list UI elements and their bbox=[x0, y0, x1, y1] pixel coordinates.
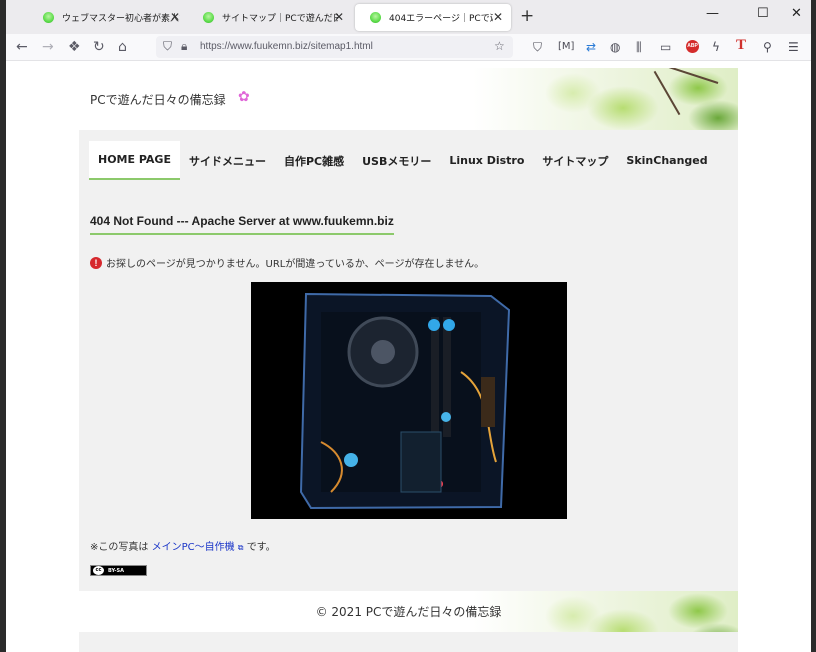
site-container: PCで遊んだ日々の備忘録 ✿ HOME PAGE サイドメニュー 自作PC雑感 … bbox=[79, 68, 738, 652]
tab-1[interactable]: ウェブマスター初心者が素人なりにSE ✕ bbox=[28, 4, 188, 31]
error-icon: ! bbox=[90, 256, 102, 269]
creative-commons-badge[interactable]: cc BY-SA bbox=[90, 565, 147, 576]
tab-3-active[interactable]: 404エラーページ｜PCで遊んだ日々の ✕ bbox=[355, 4, 511, 31]
tab-title: サイトマップ｜PCで遊んだ日々の備 bbox=[222, 14, 338, 24]
extension-icon[interactable]: ❖ bbox=[68, 38, 81, 56]
close-tab-icon[interactable]: ✕ bbox=[493, 10, 503, 24]
menu-item-linux-distro[interactable]: Linux Distro bbox=[440, 141, 533, 180]
pc-interior-photo bbox=[251, 282, 567, 519]
menu-item-skin-changed[interactable]: SkinChanged bbox=[617, 141, 716, 180]
footer-copyright: © 2021 PCで遊んだ日々の備忘録 bbox=[315, 605, 502, 619]
site-favicon-icon bbox=[203, 12, 214, 23]
web-page: PCで遊んだ日々の備忘録 ✿ HOME PAGE サイドメニュー 自作PC雑感 … bbox=[6, 62, 811, 652]
close-tab-icon[interactable]: ✕ bbox=[334, 10, 344, 24]
hamburger-menu-icon[interactable]: ☰ bbox=[788, 39, 799, 55]
new-tab-button[interactable]: + bbox=[520, 6, 534, 26]
license-label: BY-SA bbox=[108, 567, 124, 574]
site-title[interactable]: PCで遊んだ日々の備忘録 bbox=[90, 91, 226, 108]
shield-icon[interactable]: ⛉ bbox=[163, 39, 172, 54]
site-favicon-icon bbox=[370, 12, 381, 23]
pc-photo-drawing bbox=[251, 282, 567, 519]
tab-2[interactable]: サイトマップ｜PCで遊んだ日々の備 ✕ bbox=[188, 4, 352, 31]
privacy-extension-icon[interactable]: ◍ bbox=[610, 39, 620, 55]
cc-icon: cc bbox=[93, 566, 104, 575]
error-message: ! お探しのページが見つかりません。URLが間違っているか、ページが存在しません… bbox=[90, 255, 484, 270]
browser-window: ウェブマスター初心者が素人なりにSE ✕ サイトマップ｜PCで遊んだ日々の備 ✕… bbox=[6, 0, 811, 652]
url-bar[interactable]: ⛉ 🔒︎ https://www.fuukemn.biz/sitemap1.ht… bbox=[156, 36, 513, 58]
tab-title: 404エラーページ｜PCで遊んだ日々の bbox=[389, 14, 493, 24]
tab-bar: ウェブマスター初心者が素人なりにSE ✕ サイトマップ｜PCで遊んだ日々の備 ✕… bbox=[6, 0, 811, 34]
photo-caption: ※この写真は メインPC～自作機 ⧉ です。 bbox=[90, 538, 276, 553]
menu-item-side-menu[interactable]: サイドメニュー bbox=[180, 141, 275, 180]
tab-title: ウェブマスター初心者が素人なりにSE bbox=[62, 14, 180, 24]
caption-suffix: です。 bbox=[246, 542, 276, 553]
lock-icon[interactable]: 🔒︎ bbox=[181, 39, 187, 54]
back-icon[interactable]: ← bbox=[16, 38, 28, 56]
main-menu: HOME PAGE サイドメニュー 自作PC雑感 USBメモリー Linux D… bbox=[89, 141, 717, 180]
sync-extension-icon[interactable]: ⇄ bbox=[586, 39, 596, 55]
translate-extension-icon[interactable]: T bbox=[736, 37, 746, 54]
puzzle-extension-icon[interactable]: ⚲ bbox=[763, 39, 772, 55]
menu-item-custom-pc[interactable]: 自作PC雑感 bbox=[275, 141, 353, 180]
url-text[interactable]: https://www.fuukemn.biz/sitemap1.html bbox=[200, 41, 373, 52]
site-header: PCで遊んだ日々の備忘録 ✿ bbox=[79, 68, 738, 130]
flower-icon: ✿ bbox=[238, 89, 250, 105]
forward-icon[interactable]: → bbox=[42, 38, 54, 56]
close-window-icon[interactable]: ✕ bbox=[791, 6, 802, 21]
menu-item-home[interactable]: HOME PAGE bbox=[89, 141, 180, 180]
navigation-toolbar: ← → ❖ ↻ ⌂ ⛉ 🔒︎ https://www.fuukemn.biz/s… bbox=[6, 34, 811, 61]
error-message-text: お探しのページが見つかりません。URLが間違っているか、ページが存在しません。 bbox=[106, 259, 485, 270]
home-icon[interactable]: ⌂ bbox=[118, 38, 127, 56]
external-link-icon: ⧉ bbox=[237, 543, 244, 552]
close-tab-icon[interactable]: ✕ bbox=[170, 10, 180, 24]
pocket-icon[interactable]: ⛉ bbox=[533, 39, 542, 55]
site-footer: © 2021 PCで遊んだ日々の備忘録 bbox=[79, 591, 738, 632]
flash-extension-icon[interactable]: ϟ bbox=[712, 39, 720, 55]
bookmark-star-icon[interactable]: ☆ bbox=[494, 39, 505, 53]
minimize-icon[interactable]: — bbox=[706, 6, 719, 21]
menu-item-sitemap[interactable]: サイトマップ bbox=[533, 141, 617, 180]
sidebar-icon[interactable]: ▭ bbox=[660, 39, 671, 55]
reload-icon[interactable]: ↻ bbox=[93, 38, 105, 56]
maximize-icon[interactable]: ☐ bbox=[757, 6, 769, 21]
caption-link[interactable]: メインPC～自作機 bbox=[152, 542, 235, 553]
leaves-header-image bbox=[473, 68, 738, 130]
site-favicon-icon bbox=[43, 12, 54, 23]
caption-prefix: ※この写真は bbox=[90, 542, 149, 553]
library-icon[interactable]: ⫼ bbox=[636, 39, 642, 55]
adblock-icon[interactable]: ABP bbox=[686, 40, 699, 53]
bracket-extension-icon[interactable]: [M] bbox=[558, 39, 574, 55]
error-heading: 404 Not Found --- Apache Server at www.f… bbox=[90, 214, 394, 235]
menu-item-usb-memory[interactable]: USBメモリー bbox=[353, 141, 440, 180]
